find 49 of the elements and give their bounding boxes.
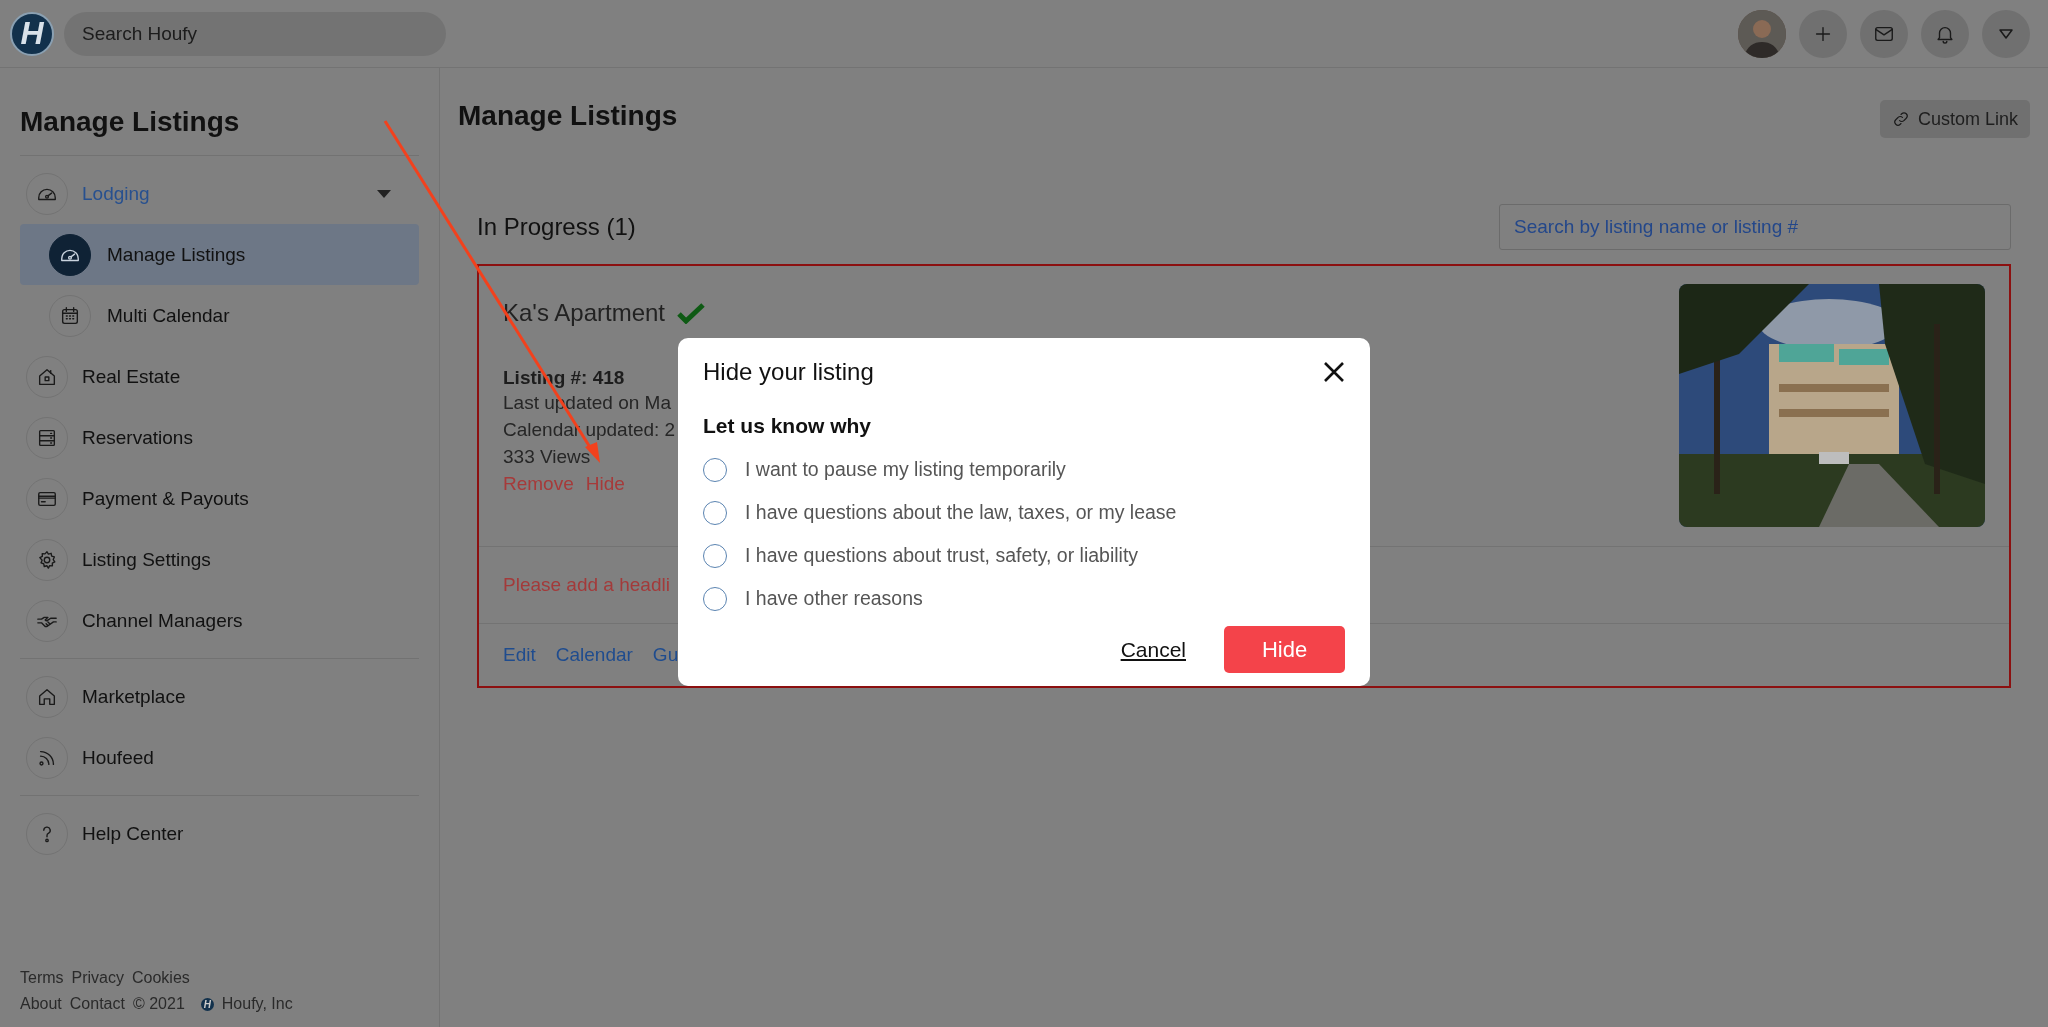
- footer-link[interactable]: Privacy: [71, 969, 124, 987]
- footer-link[interactable]: About: [20, 995, 62, 1013]
- link-icon: [1891, 110, 1910, 128]
- custom-link-button[interactable]: Custom Link: [1879, 100, 2030, 138]
- sidebar-title: Manage Listings: [20, 106, 241, 138]
- sidebar-item[interactable]: Reservations: [20, 407, 419, 468]
- caret-icon[interactable]: [377, 189, 391, 198]
- avatar[interactable]: [1738, 9, 1786, 58]
- caret-icon: [1999, 28, 2013, 39]
- sidebar-item[interactable]: Marketplace: [20, 666, 419, 727]
- copyright-text: © 2021: [132, 995, 185, 1013]
- dialog-question: Let us know why: [703, 414, 873, 438]
- sidebar-item[interactable]: Payment & Payouts: [20, 468, 419, 529]
- listing-link[interactable]: Calendar: [555, 644, 633, 666]
- search-field[interactable]: Search Houfy: [64, 11, 446, 56]
- footer-link[interactable]: Cookies: [132, 969, 190, 987]
- dropdown-button[interactable]: [1982, 9, 2030, 58]
- listing-detail: Calendar updated: 2: [503, 419, 676, 440]
- sidebar-item[interactable]: Listing Settings: [20, 529, 419, 590]
- close-icon[interactable]: [1323, 361, 1345, 383]
- mail-button[interactable]: [1860, 9, 1908, 58]
- footer-link[interactable]: Contact: [69, 995, 125, 1013]
- listing-detail: 333 Views: [503, 446, 591, 467]
- cancel-button[interactable]: Cancel: [1120, 637, 1186, 662]
- notifications-button[interactable]: [1921, 9, 1969, 58]
- option-label[interactable]: I have questions about the law, taxes, or my lease: [745, 501, 1177, 524]
- sidebar-item[interactable]: Houfeed: [20, 727, 419, 788]
- section-title: In Progress (1): [477, 213, 636, 241]
- sidebar-item[interactable]: Channel Managers: [20, 590, 419, 651]
- listing-link[interactable]: Edit: [503, 644, 536, 666]
- option-label[interactable]: I want to pause my listing temporarily: [745, 458, 1066, 481]
- listing-title[interactable]: Ka's Apartment: [503, 299, 665, 327]
- company-name: Houfy, Inc: [221, 995, 293, 1013]
- gauge-icon: [49, 233, 91, 276]
- listing-link[interactable]: Gu: [652, 644, 679, 666]
- footer-link[interactable]: Terms: [20, 969, 64, 987]
- sidebar-item[interactable]: Multi Calendar: [20, 285, 419, 346]
- logo: H: [200, 997, 214, 1011]
- sidebar-item[interactable]: Help Center: [20, 803, 419, 864]
- search-field[interactable]: Search by listing name or listing #: [1499, 204, 2011, 250]
- sidebar-item[interactable]: Manage Listings: [20, 224, 419, 285]
- sidebar-item[interactable]: Real Estate: [20, 346, 419, 407]
- add-button[interactable]: [1799, 9, 1847, 58]
- logo[interactable]: H: [10, 11, 54, 56]
- hide-button[interactable]: Hide: [1224, 626, 1345, 673]
- page-title: Manage Listings: [458, 100, 678, 132]
- option-label[interactable]: I have questions about trust, safety, or liability: [745, 544, 1139, 567]
- dialog-title: Hide your listing: [703, 358, 874, 386]
- option-label[interactable]: I have other reasons: [745, 587, 923, 610]
